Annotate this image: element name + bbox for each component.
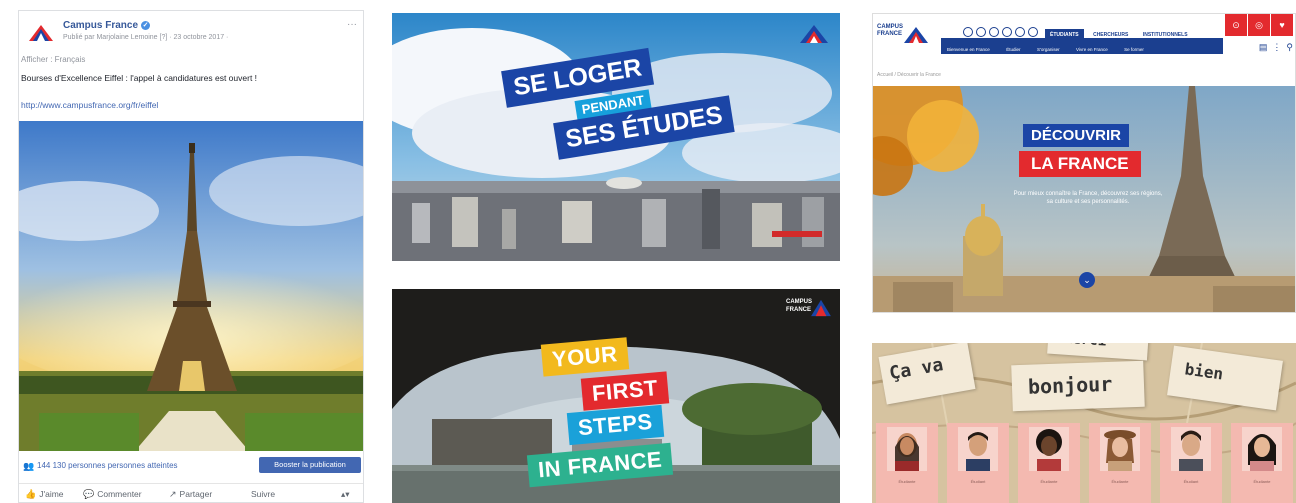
campus-france-website: CAMPUS FRANCE ÉTUDIANTS CHERCHEURS INSTI… — [872, 13, 1296, 313]
language-selector[interactable]: Afficher : Français — [21, 55, 85, 64]
person-caption: Étudiant — [970, 479, 986, 484]
social-icon[interactable] — [1015, 27, 1025, 37]
post-meta: Publié par Marjolaine Lemoine [?] · 23 o… — [63, 34, 229, 41]
audience-dropdown-icon[interactable]: ▴▾ — [341, 489, 350, 500]
logo-triangle-icon — [811, 299, 831, 317]
comment-button[interactable]: 💬 Commenter — [83, 489, 142, 500]
globe-icon[interactable]: ◎ — [1248, 14, 1270, 36]
social-icon[interactable] — [989, 27, 999, 37]
tool-icons: ▤ ⋮ ⚲ — [1259, 42, 1293, 53]
facebook-post: Campus France ✓ Publié par Marjolaine Lem… — [18, 10, 364, 503]
housing-banner[interactable]: SE LOGER PENDANT SES ÉTUDES — [392, 13, 840, 261]
subnav-item[interactable]: Vivre en France — [1070, 42, 1114, 57]
site-header: CAMPUS FRANCE ÉTUDIANTS CHERCHEURS INSTI… — [873, 14, 1295, 60]
campus-france-logo: CAMPUS FRANCE — [786, 297, 832, 319]
more-options-icon[interactable]: ··· — [347, 19, 357, 30]
reach-suffix: personnes atteintes — [105, 461, 178, 470]
people-icon: 👥 — [23, 461, 35, 471]
verified-badge-icon: ✓ — [141, 20, 151, 30]
post-actions: 👍 J'aime 💬 Commenter ↗ Partager Suivre ▴▾ — [19, 483, 363, 502]
thumbs-up-icon: 👍 — [25, 489, 37, 499]
sub-navigation: Bienvenue en France Étudier S'organiser … — [941, 38, 1223, 54]
social-icon[interactable] — [1002, 27, 1012, 37]
like-button[interactable]: 👍 J'aime — [25, 489, 64, 500]
person-caption: Étudiant — [1183, 479, 1199, 484]
campus-france-logo — [800, 25, 828, 43]
portrait — [1171, 427, 1211, 471]
follow-button[interactable]: Suivre — [251, 489, 275, 499]
language-learning-banner[interactable]: merci Ça va bonjour bien Étudiante Étudi… — [872, 343, 1296, 503]
portrait — [1029, 427, 1069, 471]
scroll-down-icon[interactable]: ⌄ — [1079, 272, 1095, 288]
word-card: bonjour — [1011, 360, 1145, 412]
post-text: Bourses d'Excellence Eiffel : l'appel à … — [21, 73, 258, 83]
post-header: Campus France ✓ Publié par Marjolaine Lem… — [27, 19, 357, 59]
person-card[interactable]: Étudiante — [1018, 423, 1080, 503]
social-icon[interactable] — [976, 27, 986, 37]
person-card[interactable]: Étudiant — [1160, 423, 1222, 503]
logo-line2: FRANCE — [786, 307, 811, 313]
portrait — [1242, 427, 1282, 471]
utility-buttons: ⊙ ◎ ♥ — [1224, 14, 1293, 36]
social-icon[interactable] — [963, 27, 973, 37]
site-brand[interactable]: CAMPUS FRANCE — [877, 24, 903, 38]
share-icon: ↗ — [169, 489, 177, 499]
site-logo-icon[interactable] — [903, 26, 929, 44]
subnav-item[interactable]: Se former — [1118, 42, 1150, 57]
person-caption: Étudiante — [1040, 479, 1058, 484]
person-caption: Étudiante — [1111, 479, 1129, 484]
breadcrumb[interactable]: Accueil / Découvrir la France — [877, 72, 941, 78]
logo-line1: CAMPUS — [786, 299, 813, 305]
hero-title-line2: LA FRANCE — [1019, 151, 1141, 177]
subnav-item[interactable]: Bienvenue en France — [941, 42, 996, 57]
hero-title-line1: DÉCOUVRIR — [1023, 124, 1130, 147]
favorites-icon[interactable]: ♥ — [1271, 14, 1293, 36]
page-name[interactable]: Campus France — [63, 20, 138, 31]
person-card[interactable]: Étudiant — [947, 423, 1009, 503]
menu-icon[interactable]: ▤ — [1259, 42, 1268, 52]
portrait — [887, 427, 927, 471]
share-button[interactable]: ↗ Partager — [169, 489, 212, 500]
search-icon[interactable]: ⚲ — [1286, 42, 1293, 52]
person-caption: Étudiante — [1253, 479, 1271, 484]
person-card[interactable]: Étudiante — [1231, 423, 1293, 503]
account-icon[interactable]: ⊙ — [1225, 14, 1247, 36]
portrait — [1100, 427, 1140, 471]
portrait — [958, 427, 998, 471]
eiffel-tower-photo[interactable] — [19, 121, 364, 451]
subnav-item[interactable]: S'organiser — [1031, 42, 1066, 57]
reach-bar: 👥 144 130 personnes personnes atteintes … — [19, 457, 363, 475]
first-steps-banner[interactable]: CAMPUS FRANCE YOUR FIRST STEPS IN FRANCE — [392, 289, 840, 503]
hero-description: Pour mieux connaître la France, découvre… — [1013, 191, 1163, 205]
reach-count[interactable]: 144 130 personnes — [37, 461, 106, 470]
person-card[interactable]: Étudiante — [876, 423, 938, 503]
boost-post-button[interactable]: Booster la publication — [259, 457, 361, 473]
comment-icon: 💬 — [83, 489, 95, 499]
subnav-item[interactable]: Étudier — [1000, 42, 1026, 57]
people-row: Étudiante Étudiant Étudiante Étudiante É… — [876, 423, 1296, 503]
person-card[interactable]: Étudiante — [1089, 423, 1151, 503]
campus-france-logo[interactable] — [27, 23, 55, 45]
person-caption: Étudiante — [898, 479, 916, 484]
more-icon[interactable]: ⋮ — [1272, 42, 1281, 52]
post-link[interactable]: http://www.campusfrance.org/fr/eiffel — [21, 100, 158, 110]
social-icon[interactable] — [1028, 27, 1038, 37]
